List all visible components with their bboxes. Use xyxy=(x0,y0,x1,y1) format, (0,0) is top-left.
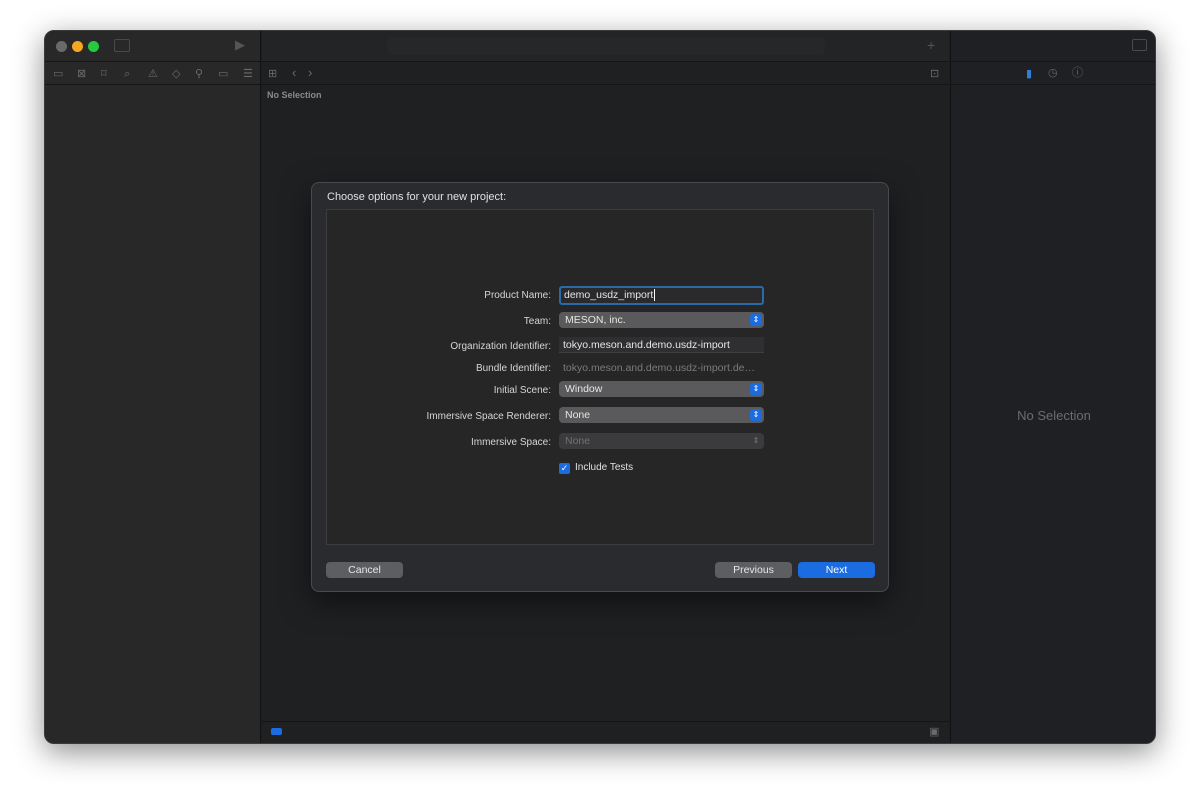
initial-scene-value: Window xyxy=(565,383,603,395)
product-name-value: demo_usdz_import xyxy=(564,289,654,301)
next-button[interactable]: Next xyxy=(798,562,875,578)
team-value: MESON, inc. xyxy=(565,314,626,326)
debug-icon[interactable]: ⚲ xyxy=(195,68,203,80)
add-icon[interactable]: + xyxy=(927,38,935,52)
help-icon[interactable]: ⓘ xyxy=(1072,67,1083,79)
renderer-value: None xyxy=(565,409,591,421)
test-icon[interactable]: ◇ xyxy=(172,68,180,80)
sidebar-toggle-icon[interactable] xyxy=(114,39,130,52)
dialog-title: Choose options for your new project: xyxy=(327,191,507,203)
chevron-updown-icon: ⇕ xyxy=(750,314,762,326)
folder-icon[interactable]: ▭ xyxy=(53,68,63,80)
source-control-icon[interactable]: ⊠ xyxy=(77,68,86,80)
immersive-space-select[interactable]: None ⇕ xyxy=(559,433,764,449)
bookmark-icon[interactable]: ⌑ xyxy=(101,68,107,80)
editor-no-selection: No Selection xyxy=(267,90,322,100)
warning-icon[interactable]: ⚠ xyxy=(148,68,158,80)
bundle-id-label: Bundle Identifier: xyxy=(475,363,551,374)
add-editor-icon[interactable]: ⊡ xyxy=(930,68,939,80)
grid-icon[interactable]: ⊞ xyxy=(268,68,277,80)
bundle-id-value: tokyo.meson.and.demo.usdz-import.demo-..… xyxy=(563,362,764,374)
new-project-options-dialog: Choose options for your new project: Pro… xyxy=(311,182,889,592)
back-icon[interactable]: ‹ xyxy=(292,66,296,79)
chevron-updown-icon: ⇕ xyxy=(750,383,762,395)
forward-icon[interactable]: › xyxy=(308,66,312,79)
include-tests-checkbox[interactable]: ✓ xyxy=(559,463,570,474)
activity-bar xyxy=(387,37,825,55)
chevron-updown-icon: ⇕ xyxy=(750,409,762,421)
immersive-space-value: None xyxy=(565,435,591,447)
inspector-no-selection: No Selection xyxy=(1017,408,1091,423)
initial-scene-select[interactable]: Window ⇕ xyxy=(559,381,764,397)
file-inspector-icon[interactable]: ▮ xyxy=(1026,68,1032,80)
renderer-label: Immersive Space Renderer: xyxy=(426,411,552,422)
cancel-button[interactable]: Cancel xyxy=(326,562,403,578)
minimize-button[interactable] xyxy=(72,41,83,52)
chevron-updown-icon: ⇕ xyxy=(752,436,760,445)
breakpoint-icon[interactable]: ▭ xyxy=(218,68,228,80)
inspector: ▮ ◷ ⓘ No Selection xyxy=(950,31,1155,743)
text-cursor xyxy=(654,289,656,301)
org-id-label: Organization Identifier: xyxy=(450,341,551,352)
product-name-label: Product Name: xyxy=(484,290,551,301)
inspector-toggle-icon[interactable] xyxy=(1132,39,1147,51)
team-label: Team: xyxy=(523,316,551,327)
history-icon[interactable]: ◷ xyxy=(1048,67,1058,79)
immersive-space-label: Immersive Space: xyxy=(470,437,551,448)
search-icon[interactable]: ⌕ xyxy=(124,68,130,80)
report-icon[interactable]: ☰ xyxy=(243,68,253,80)
zoom-button[interactable] xyxy=(88,41,99,52)
initial-scene-label: Initial Scene: xyxy=(493,385,551,396)
renderer-select[interactable]: None ⇕ xyxy=(559,407,764,423)
debug-area-icon[interactable]: ▣ xyxy=(929,726,939,738)
team-select[interactable]: MESON, inc. ⇕ xyxy=(559,312,764,328)
close-button[interactable] xyxy=(56,41,67,52)
org-id-input[interactable]: tokyo.meson.and.demo.usdz-import xyxy=(559,337,764,353)
previous-button[interactable]: Previous xyxy=(715,562,792,578)
navigator-sidebar: ▶ ▭ ⊠ ⌑ ⌕ ⚠ ◇ ⚲ ▭ ☰ xyxy=(45,31,261,743)
run-icon[interactable]: ▶ xyxy=(235,38,245,51)
filter-icon[interactable] xyxy=(271,728,282,735)
product-name-input[interactable]: demo_usdz_import xyxy=(559,286,764,305)
include-tests-label[interactable]: Include Tests xyxy=(575,462,633,473)
options-panel: Product Name: demo_usdz_import Team: MES… xyxy=(326,209,874,545)
